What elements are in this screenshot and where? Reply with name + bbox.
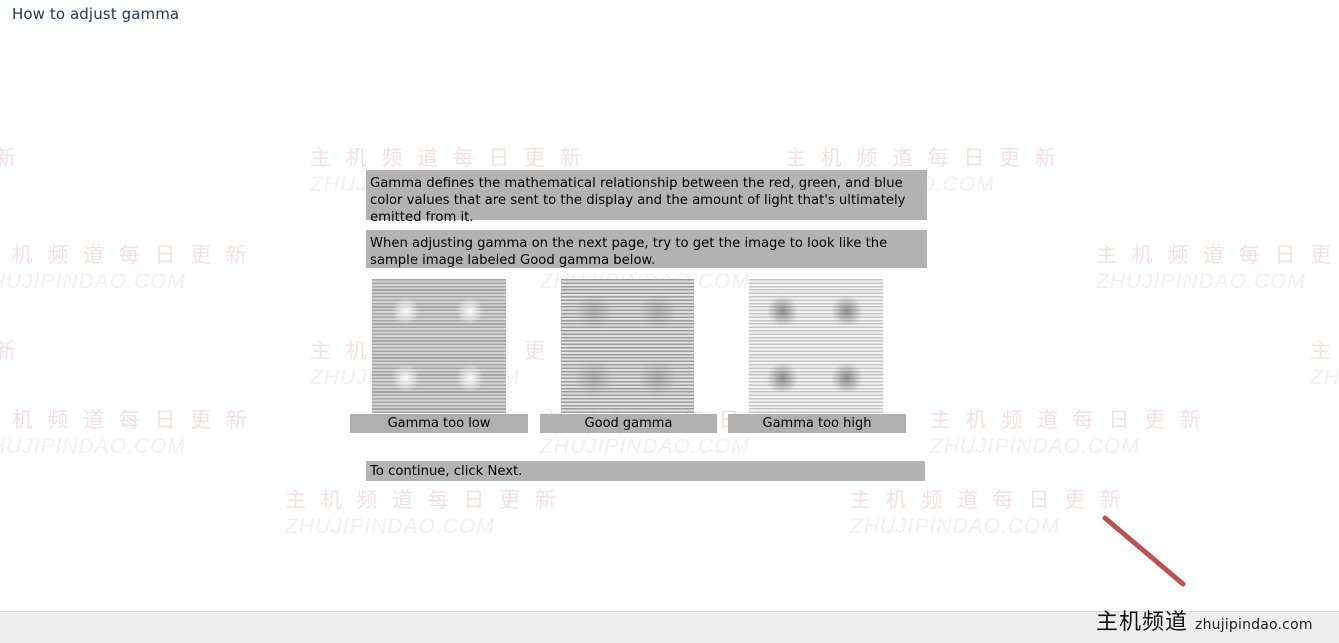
brand-logo: 主机频道 zhujipindao.com (1093, 512, 1339, 635)
brand-text: 主机频道 zhujipindao.com (1096, 604, 1313, 636)
gamma-sample-image-good (561, 279, 694, 413)
brand-chinese-name: 主机频道 (1096, 610, 1189, 635)
sample-gamma-too-high: Gamma too high (0, 0, 906, 433)
continue-instruction: To continue, click Next. (366, 461, 925, 481)
gamma-blob-pattern-icon (372, 279, 506, 413)
gamma-blob-pattern-icon (749, 279, 883, 413)
gamma-sample-image-low (372, 279, 506, 413)
instruction-paragraph: When adjusting gamma on the next page, t… (366, 230, 927, 268)
gamma-blob-pattern-icon (561, 279, 694, 413)
diagonal-slash-icon (1102, 515, 1186, 587)
gamma-sample-image-high (749, 279, 883, 413)
sample-caption-high: Gamma too high (728, 414, 906, 433)
sample-caption-low: Gamma too low (350, 414, 528, 433)
brand-domain: zhujipindao.com (1195, 617, 1313, 633)
intro-paragraph: Gamma defines the mathematical relations… (366, 170, 927, 225)
sample-caption-good: Good gamma (540, 414, 717, 433)
